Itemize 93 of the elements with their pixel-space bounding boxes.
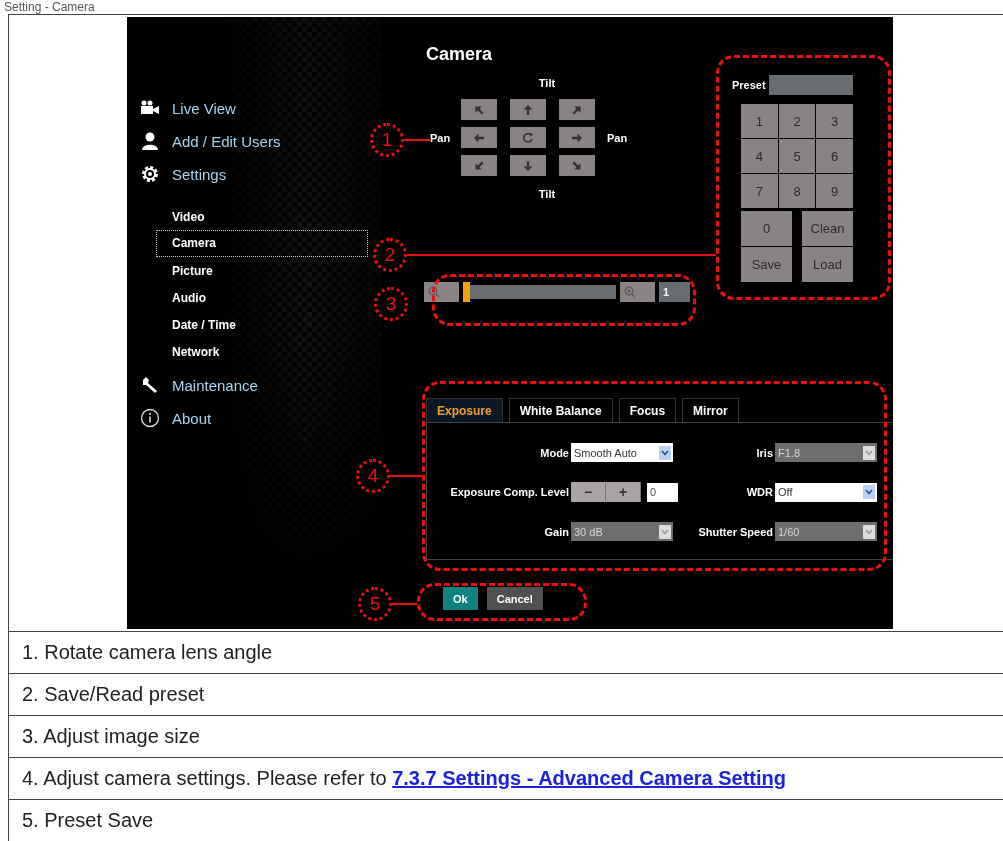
nav-link[interactable]: About: [140, 408, 212, 428]
preset-label: Preset: [732, 79, 767, 91]
callout-number: 5: [358, 587, 392, 621]
pan-tilt-button[interactable]: [510, 127, 546, 148]
settings-icon: [140, 164, 160, 184]
chevron-down-icon: [863, 445, 875, 460]
ok-button[interactable]: Ok: [443, 587, 478, 610]
pan-label: Pan: [429, 131, 452, 144]
leader-line: [392, 603, 417, 605]
field-label: Shutter Speed: [697, 525, 773, 538]
chevron-down-icon: [863, 485, 875, 499]
callout-number: 1: [370, 123, 404, 157]
chevron-down-icon: [659, 445, 671, 460]
zoom-value-field[interactable]: 1: [659, 282, 690, 302]
field-label: Iris: [755, 446, 773, 459]
callout-number: 3: [374, 287, 408, 321]
chevron-down-icon: [659, 524, 671, 539]
person-icon: [140, 131, 160, 151]
pan-tilt-button[interactable]: [559, 155, 595, 176]
note-text: 1. Rotate camera lens angle: [22, 641, 273, 664]
chevron-down-icon: [863, 524, 875, 539]
pan-tilt-button[interactable]: [559, 99, 595, 120]
refresh-icon: [522, 131, 534, 144]
nav-link[interactable]: Settings: [140, 164, 227, 184]
preset-key[interactable]: 5: [778, 139, 816, 173]
zoom-out-icon: [428, 286, 440, 298]
nav-link[interactable]: Live View: [140, 98, 236, 118]
callout-number: 2: [373, 238, 407, 272]
arrow-icon: [522, 159, 534, 172]
tab[interactable]: White Balance: [508, 398, 613, 422]
wrench-icon: [140, 375, 160, 395]
nav-link[interactable]: Maintenance: [140, 375, 258, 395]
tilt-label: Tilt: [537, 77, 557, 91]
preset-key[interactable]: 1: [741, 104, 778, 138]
arrow-icon: [522, 103, 534, 116]
submenu-item[interactable]: Date / Time: [156, 311, 368, 338]
nav-link[interactable]: Add / Edit Users: [140, 131, 281, 151]
preset-key[interactable]: 7: [741, 174, 778, 208]
pan-tilt-button[interactable]: [461, 127, 497, 148]
submenu-item[interactable]: Audio: [156, 284, 368, 311]
field-label: Gain: [543, 525, 569, 538]
link[interactable]: 7.3.7 Settings - Advanced Camera Setting: [392, 767, 786, 789]
note-text: 4. Adjust camera settings. Please refer to 7.3.7 Settings - Advanced Camera Setting: [22, 767, 786, 790]
leader-line: [404, 139, 431, 141]
preset-key[interactable]: 3: [816, 104, 853, 138]
decrease-button[interactable]: −: [571, 482, 606, 502]
zoom-in-icon: [624, 286, 636, 298]
field-label: Mode: [539, 446, 569, 459]
slider-thumb[interactable]: [463, 282, 470, 302]
pan-label: Pan: [606, 131, 629, 144]
preset-key[interactable]: 2: [778, 104, 816, 138]
leader-line: [390, 475, 422, 477]
zoom-slider[interactable]: [463, 282, 616, 302]
cancel-button[interactable]: Cancel: [486, 587, 543, 610]
callout-number: 4: [356, 459, 390, 493]
pan-tilt-button[interactable]: [510, 99, 546, 120]
preset-field[interactable]: [769, 75, 853, 95]
dropdown[interactable]: Smooth Auto: [571, 443, 673, 462]
pan-tilt-button[interactable]: [510, 155, 546, 176]
section-heading: Setting - Camera: [3, 0, 96, 14]
info-icon: [140, 408, 160, 428]
preset-key[interactable]: 9: [816, 174, 853, 208]
value-field[interactable]: 0: [647, 482, 678, 502]
preset-key[interactable]: 8: [778, 174, 816, 208]
note-text: 2. Save/Read preset: [22, 683, 205, 706]
pan-tilt-button[interactable]: [559, 127, 595, 148]
tilt-label: Tilt: [537, 188, 557, 202]
tab[interactable]: Focus: [618, 398, 677, 422]
zoom-out-button[interactable]: [424, 282, 459, 302]
page-title: Camera: [426, 44, 494, 66]
submenu-item[interactable]: Picture: [156, 257, 368, 284]
tab[interactable]: Exposure: [426, 398, 503, 422]
field-label: WDR: [745, 486, 773, 498]
preset-action-button[interactable]: Clean: [802, 211, 853, 246]
submenu-item[interactable]: Network: [156, 338, 368, 365]
preset-key[interactable]: 6: [816, 139, 853, 173]
arrow-icon: [473, 131, 485, 144]
submenu-item[interactable]: Camera: [156, 230, 368, 257]
preset-action-button[interactable]: Save: [741, 247, 792, 282]
submenu-item[interactable]: Video: [156, 203, 368, 230]
arrow-icon: [571, 131, 583, 144]
tab[interactable]: Mirror: [682, 398, 739, 422]
pan-tilt-button[interactable]: [461, 155, 497, 176]
note-text: 5. Preset Save: [22, 809, 154, 832]
note-text: 3. Adjust image size: [22, 725, 200, 748]
preset-key[interactable]: 4: [741, 139, 778, 173]
preset-action-button[interactable]: Load: [802, 247, 853, 282]
field-label: Exposure Comp. Level: [449, 486, 569, 498]
pan-tilt-button[interactable]: [461, 99, 497, 120]
preset-action-button[interactable]: 0: [741, 211, 792, 246]
dropdown[interactable]: Off: [775, 482, 877, 502]
increase-button[interactable]: +: [606, 482, 641, 502]
zoom-in-button[interactable]: [620, 282, 655, 302]
